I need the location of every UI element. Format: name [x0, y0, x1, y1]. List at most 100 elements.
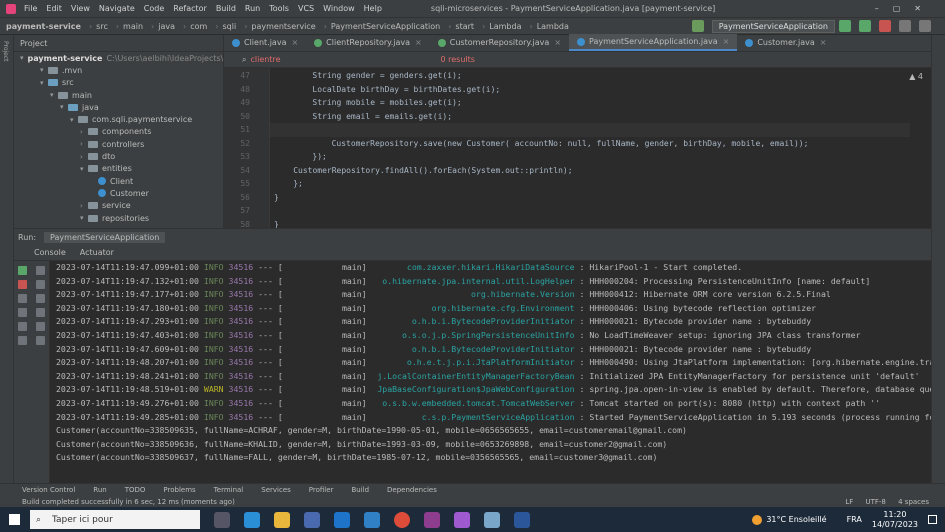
file-explorer-icon[interactable] — [274, 511, 290, 528]
tree-item-entities[interactable]: ▾ entities — [14, 163, 223, 175]
vscode-icon[interactable] — [364, 511, 380, 528]
tool-tab-todo[interactable]: TODO — [125, 486, 146, 494]
project-panel-title[interactable]: Project — [20, 39, 47, 48]
app-icon[interactable] — [454, 511, 470, 528]
tool-tab-terminal[interactable]: Terminal — [214, 486, 244, 494]
breadcrumb-item[interactable]: payment-service — [6, 22, 81, 31]
menu-item-build[interactable]: Build — [216, 4, 236, 13]
settings-icon[interactable] — [919, 20, 931, 32]
tree-item-dto[interactable]: › dto — [14, 150, 223, 162]
breadcrumb-item[interactable]: sqli — [223, 22, 237, 31]
chrome-icon[interactable] — [394, 511, 410, 528]
intellij-icon[interactable] — [424, 511, 440, 528]
pin-icon[interactable] — [18, 336, 27, 345]
menu-item-code[interactable]: Code — [144, 4, 164, 13]
rerun-icon[interactable] — [18, 266, 27, 275]
tool-tab-services[interactable]: Services — [261, 486, 291, 494]
edge-icon[interactable] — [244, 511, 260, 528]
menu-item-navigate[interactable]: Navigate — [99, 4, 135, 13]
breadcrumb-item[interactable]: com — [190, 22, 207, 31]
windows-start-icon[interactable] — [9, 514, 20, 525]
project-strip-label[interactable]: Project — [2, 41, 9, 62]
encoding[interactable]: UTF-8 — [865, 498, 885, 506]
tree-item-client[interactable]: Client — [14, 175, 223, 187]
breadcrumb-item[interactable]: PaymentServiceApplication — [331, 22, 440, 31]
down-arrow-icon[interactable] — [36, 280, 45, 289]
notepad-icon[interactable] — [484, 511, 500, 528]
breadcrumb-item[interactable]: src — [96, 22, 108, 31]
task-view-icon[interactable] — [214, 511, 230, 528]
menu-item-vcs[interactable]: VCS — [298, 4, 314, 13]
breadcrumb-item[interactable]: start — [455, 22, 474, 31]
tab-clientrepository[interactable]: ClientRepository.java × — [306, 34, 430, 51]
window-controls[interactable]: –▢✕ — [875, 4, 935, 13]
tab-customerrepository[interactable]: CustomerRepository.java × — [430, 34, 569, 51]
layout-icon[interactable] — [18, 322, 27, 331]
find-input[interactable]: clientre — [250, 55, 390, 64]
print-icon[interactable] — [36, 322, 45, 331]
close-icon[interactable]: × — [415, 38, 422, 47]
tab-customer[interactable]: Customer.java × — [737, 34, 834, 51]
menu-item-help[interactable]: Help — [364, 4, 382, 13]
breadcrumb-item[interactable]: paymentservice — [251, 22, 315, 31]
run-config-select[interactable]: PaymentServiceApplication — [711, 19, 835, 33]
trash-icon[interactable] — [36, 336, 45, 345]
camera-icon[interactable] — [18, 308, 27, 317]
code-editor[interactable]: 47 48 49 50 51 52 53 54 55 56 57 58 String gender =… — [224, 68, 931, 228]
close-icon[interactable]: × — [820, 38, 827, 47]
run-icon[interactable] — [839, 20, 851, 32]
clock[interactable]: 11:20 14/07/2023 — [872, 510, 918, 530]
breadcrumb-item[interactable]: main — [123, 22, 143, 31]
console-output[interactable]: 2023-07-14T11:19:47.099+01:00 INFO 34516… — [50, 261, 931, 483]
line-separator[interactable]: LF — [845, 498, 853, 506]
tree-item-src[interactable]: ▾ src — [14, 77, 223, 89]
weather[interactable]: 31°C Ensoleillé — [766, 515, 826, 524]
tree-item-service[interactable]: › service — [14, 200, 223, 212]
mail-icon[interactable] — [334, 511, 350, 528]
taskbar-search[interactable]: ⌕ Taper ici pour — [30, 510, 200, 529]
tab-actuator[interactable]: Actuator — [80, 248, 114, 257]
tab-paymentserviceapplication[interactable]: PaymentServiceApplication.java × — [569, 34, 738, 51]
tree-item-main[interactable]: ▾ main — [14, 89, 223, 101]
tab-client[interactable]: Client.java × — [224, 34, 306, 51]
tool-tab-problems[interactable]: Problems — [163, 486, 195, 494]
tree-item-controllers[interactable]: › controllers — [14, 138, 223, 150]
notification-icon[interactable] — [928, 515, 937, 524]
debug-icon[interactable] — [859, 20, 871, 32]
tool-tab-version-control[interactable]: Version Control — [22, 486, 75, 494]
tree-item-components[interactable]: › components — [14, 126, 223, 138]
breadcrumb-item[interactable]: Lambda — [489, 22, 521, 31]
tool-tab-dependencies[interactable]: Dependencies — [387, 486, 437, 494]
restore-icon[interactable] — [18, 294, 27, 303]
scroll-end-icon[interactable] — [36, 308, 45, 317]
project-root[interactable]: ▾ payment-service C:\Users\aelbihi\IdeaP… — [14, 52, 223, 64]
run-config-tab[interactable]: PaymentServiceApplication — [44, 231, 166, 243]
close-icon[interactable]: × — [291, 38, 298, 47]
menu-item-window[interactable]: Window — [323, 4, 355, 13]
stop-icon[interactable] — [879, 20, 891, 32]
menu-item-refactor[interactable]: Refactor — [173, 4, 207, 13]
menu-item-view[interactable]: View — [71, 4, 90, 13]
tree-item-java[interactable]: ▾ java — [14, 101, 223, 113]
warning-badge[interactable]: ▲ 4 — [909, 72, 923, 81]
breadcrumb-item[interactable]: java — [158, 22, 175, 31]
breadcrumb-item[interactable]: Lambda — [537, 22, 569, 31]
search-icon[interactable] — [899, 20, 911, 32]
menu-item-tools[interactable]: Tools — [269, 4, 289, 13]
tool-tab-run[interactable]: Run — [93, 486, 106, 494]
tab-console[interactable]: Console — [34, 248, 66, 257]
word-icon[interactable] — [514, 511, 530, 528]
wrap-icon[interactable] — [36, 294, 45, 303]
close-icon[interactable]: × — [723, 37, 730, 46]
menu-item-run[interactable]: Run — [245, 4, 260, 13]
tree-item-com-sqli-paymentservice[interactable]: ▾ com.sqli.paymentservice — [14, 113, 223, 125]
menu-item-file[interactable]: File — [24, 4, 37, 13]
close-icon[interactable]: × — [554, 38, 561, 47]
language[interactable]: FRA — [847, 515, 862, 524]
tool-tab-build[interactable]: Build — [351, 486, 369, 494]
tool-tab-profiler[interactable]: Profiler — [309, 486, 334, 494]
store-icon[interactable] — [304, 511, 320, 528]
stop-icon[interactable] — [18, 280, 27, 289]
tree-item-repositories[interactable]: ▾ repositories — [14, 212, 223, 224]
tree-item-customer[interactable]: Customer — [14, 187, 223, 199]
